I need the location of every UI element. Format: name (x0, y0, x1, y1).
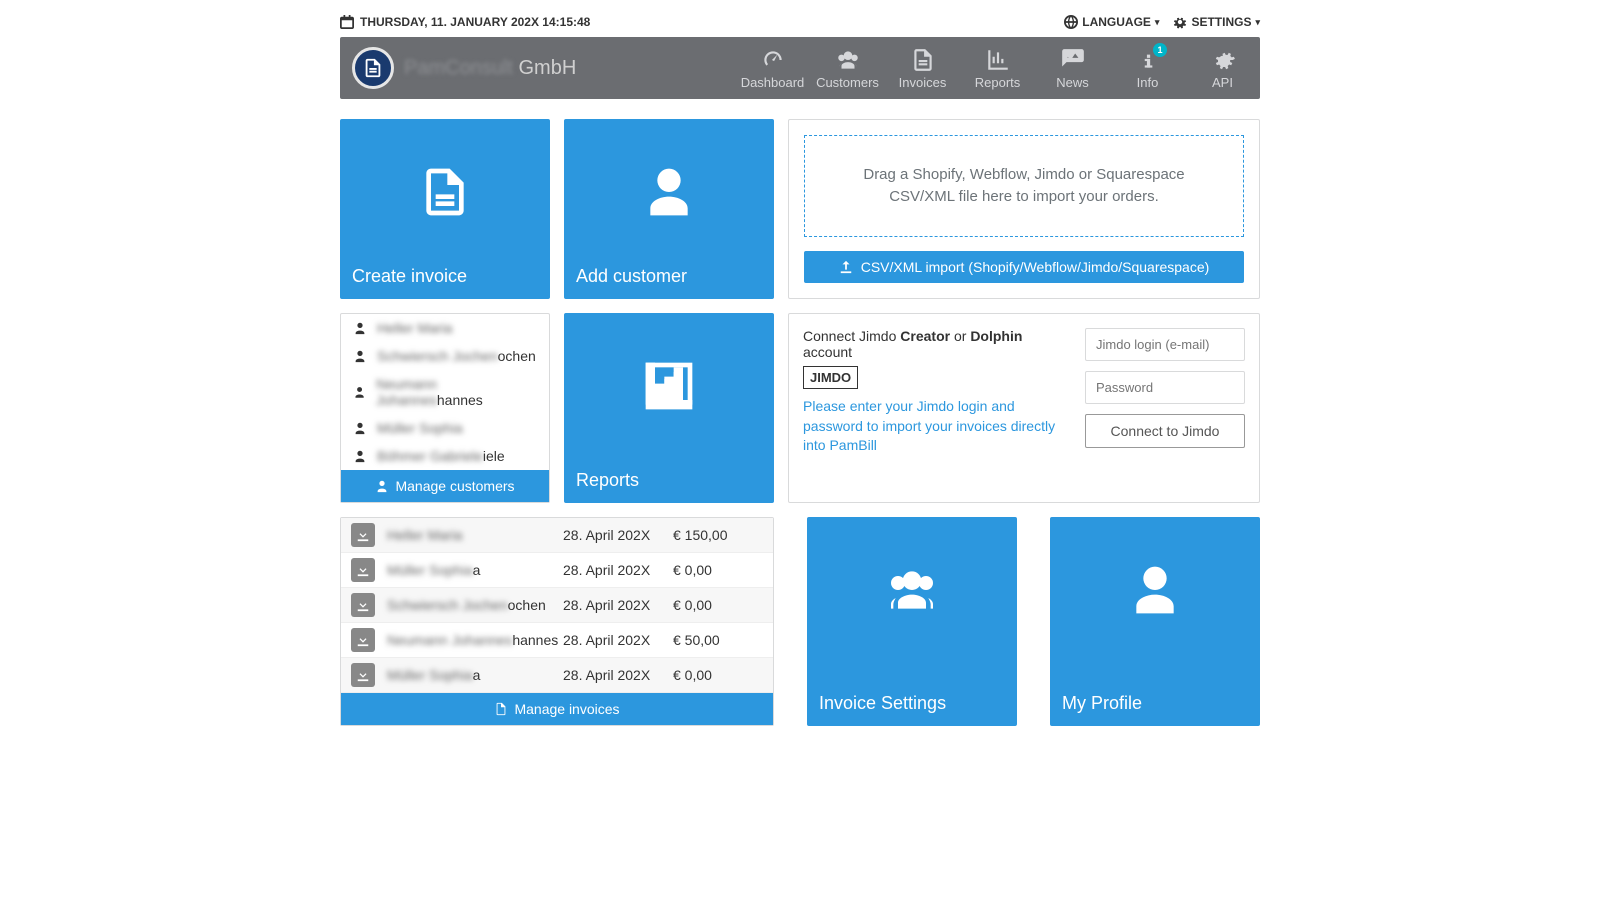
chart-icon (641, 358, 697, 419)
date-text: THURSDAY, 11. JANUARY 202X 14:15:48 (360, 15, 590, 29)
nav-news[interactable]: News (1035, 37, 1110, 99)
user-icon (353, 385, 366, 399)
invoice-row[interactable]: Müller Sophiaa28. April 202X€ 0,00 (341, 553, 773, 588)
user-icon (353, 421, 367, 435)
tile-invoice-settings[interactable]: Invoice Settings (807, 517, 1017, 726)
upload-icon (839, 260, 853, 274)
users-icon (375, 479, 389, 493)
tile-my-profile[interactable]: My Profile (1050, 517, 1260, 726)
tile-create-invoice[interactable]: Create invoice (340, 119, 550, 299)
customer-list-item[interactable]: Schwiersch Jochenochen (341, 342, 549, 370)
jimdo-login-input[interactable] (1085, 328, 1245, 361)
calendar-icon (340, 15, 354, 29)
user-icon (353, 349, 367, 363)
jimdo-hint: Please enter your Jimdo login and passwo… (803, 397, 1071, 456)
nav-info[interactable]: 1Info (1110, 37, 1185, 99)
customer-list: Heller MariaSchwiersch JochenochenNeuman… (340, 313, 550, 503)
user-icon (641, 164, 697, 225)
info-badge: 1 (1153, 43, 1167, 57)
language-menu[interactable]: LANGUAGE▾ (1064, 15, 1159, 29)
import-panel: Drag a Shopify, Webflow, Jimdo or Square… (788, 119, 1260, 299)
tile-reports[interactable]: Reports (564, 313, 774, 503)
invoice-row[interactable]: Neumann Johanneshannes28. April 202X€ 50… (341, 623, 773, 658)
user-icon (353, 449, 367, 463)
download-button[interactable] (351, 523, 375, 547)
nav-api[interactable]: API (1185, 37, 1260, 99)
settings-menu[interactable]: SETTINGS▾ (1173, 15, 1260, 29)
manage-customers-button[interactable]: Manage customers (341, 470, 549, 502)
file-icon (494, 702, 508, 716)
jimdo-connect-text: Connect Jimdo Creator or Dolphin account (803, 328, 1071, 360)
manage-invoices-button[interactable]: Manage invoices (341, 693, 773, 725)
customer-list-item[interactable]: Böhmer Gabrieleiele (341, 442, 549, 470)
invoice-row[interactable]: Müller Sophiaa28. April 202X€ 0,00 (341, 658, 773, 693)
customer-list-item[interactable]: Müller Sophia (341, 414, 549, 442)
user-icon (353, 321, 367, 335)
nav-invoices[interactable]: Invoices (885, 37, 960, 99)
download-button[interactable] (351, 663, 375, 687)
download-button[interactable] (351, 558, 375, 582)
navbar: PamConsult GmbH Dashboard Customers Invo… (340, 37, 1260, 99)
invoice-row[interactable]: Schwiersch Jochenochen28. April 202X€ 0,… (341, 588, 773, 623)
download-button[interactable] (351, 628, 375, 652)
tile-add-customer[interactable]: Add customer (564, 119, 774, 299)
jimdo-panel: Connect Jimdo Creator or Dolphin account… (788, 313, 1260, 503)
nav-dashboard[interactable]: Dashboard (735, 37, 810, 99)
jimdo-connect-button[interactable]: Connect to Jimdo (1085, 414, 1245, 448)
jimdo-password-input[interactable] (1085, 371, 1245, 404)
nav-reports[interactable]: Reports (960, 37, 1035, 99)
users-group-icon (884, 562, 940, 623)
globe-icon (1064, 15, 1078, 29)
csv-import-button[interactable]: CSV/XML import (Shopify/Webflow/Jimdo/Sq… (804, 251, 1244, 283)
brand[interactable]: PamConsult GmbH (340, 47, 576, 89)
topbar: THURSDAY, 11. JANUARY 202X 14:15:48 LANG… (340, 15, 1260, 29)
jimdo-logo: JIMDO (803, 366, 858, 389)
invoice-row[interactable]: Heller Maria28. April 202X€ 150,00 (341, 518, 773, 553)
file-icon (417, 164, 473, 225)
customer-list-item[interactable]: Neumann Johanneshannes (341, 370, 549, 414)
nav-customers[interactable]: Customers (810, 37, 885, 99)
download-button[interactable] (351, 593, 375, 617)
gear-icon (1173, 15, 1187, 29)
user-icon (1127, 562, 1183, 623)
customer-list-item[interactable]: Heller Maria (341, 314, 549, 342)
dropzone[interactable]: Drag a Shopify, Webflow, Jimdo or Square… (804, 135, 1244, 237)
invoice-list: Heller Maria28. April 202X€ 150,00Müller… (340, 517, 774, 726)
brand-logo (352, 47, 394, 89)
